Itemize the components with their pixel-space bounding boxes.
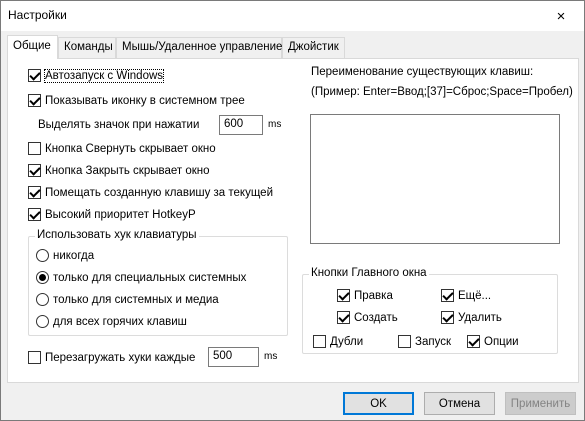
duplicates-label: Дубли <box>330 335 364 348</box>
settings-dialog: Настройки × Общие Команды Мышь/Удаленное… <box>0 0 585 421</box>
reload-hooks-check[interactable] <box>28 351 41 364</box>
create-label: Создать <box>354 311 398 324</box>
highlight-icon-label: Выделять значок при нажатии <box>38 119 200 131</box>
launch-label: Запуск <box>415 335 451 348</box>
more-label: Ещё... <box>458 289 492 302</box>
tab-joystick[interactable]: Джойстик <box>282 37 345 58</box>
autostart-checkbox[interactable]: Автозапуск с Windows <box>28 68 165 83</box>
title-bar: Настройки × <box>1 1 584 31</box>
high-priority-label: Высокий приоритет HotkeyP <box>45 208 196 221</box>
duplicates-check[interactable] <box>313 335 326 348</box>
edit-check[interactable] <box>337 289 350 302</box>
close-icon[interactable]: × <box>538 1 584 31</box>
reload-hooks-checkbox[interactable]: Перезагружать хуки каждые <box>28 351 195 364</box>
tab-general[interactable]: Общие <box>7 35 58 59</box>
highlight-ms-input[interactable]: 600 <box>219 115 263 135</box>
place-after-current-checkbox[interactable]: Помещать созданную клавишу за текущей <box>28 186 273 199</box>
autostart-label: Автозапуск с Windows <box>43 68 165 83</box>
hook-special-radio-dot[interactable] <box>36 271 49 284</box>
main-window-buttons-title: Кнопки Главного окна <box>309 267 429 279</box>
show-tray-icon-check[interactable] <box>28 94 41 107</box>
autostart-check[interactable] <box>28 69 41 82</box>
hook-never-radio[interactable]: никогда <box>36 249 94 262</box>
ok-button[interactable]: OK <box>343 392 414 415</box>
keyboard-hook-title: Использовать хук клавиатуры <box>35 229 199 241</box>
show-tray-icon-label: Показывать иконку в системном трее <box>45 94 245 107</box>
launch-check[interactable] <box>398 335 411 348</box>
hook-never-label: никогда <box>53 249 95 262</box>
cancel-button[interactable]: Отмена <box>424 392 495 415</box>
high-priority-checkbox[interactable]: Высокий приоритет HotkeyP <box>28 208 196 221</box>
delete-check[interactable] <box>441 311 454 324</box>
more-button-checkbox[interactable]: Ещё... <box>441 289 491 302</box>
hook-system-media-radio[interactable]: только для системных и медиа <box>36 293 219 306</box>
minimize-hides-checkbox[interactable]: Кнопка Свернуть скрывает окно <box>28 142 216 155</box>
delete-label: Удалить <box>458 311 502 324</box>
launch-button-checkbox[interactable]: Запуск <box>398 335 451 348</box>
create-check[interactable] <box>337 311 350 324</box>
hook-all-radio[interactable]: для всех горячих клавиш <box>36 315 187 328</box>
hook-special-radio[interactable]: только для специальных системных <box>36 271 246 284</box>
hook-never-radio-dot[interactable] <box>36 249 49 262</box>
main-window-buttons-group: Кнопки Главного окна Правка Ещё... Созда… <box>302 267 558 354</box>
keyboard-hook-group: Использовать хук клавиатуры никогда толь… <box>28 229 288 336</box>
edit-label: Правка <box>354 289 393 302</box>
apply-button[interactable]: Применить <box>505 392 576 415</box>
hook-system-media-label: только для системных и медиа <box>53 293 219 306</box>
create-button-checkbox[interactable]: Создать <box>337 311 398 324</box>
place-after-current-label: Помещать созданную клавишу за текущей <box>45 186 273 199</box>
reload-hooks-unit: ms <box>264 351 278 362</box>
minimize-hides-check[interactable] <box>28 142 41 155</box>
options-button-checkbox[interactable]: Опции <box>467 335 519 348</box>
close-hides-check[interactable] <box>28 164 41 177</box>
minimize-hides-label: Кнопка Свернуть скрывает окно <box>45 142 216 155</box>
rename-textarea[interactable] <box>310 114 560 244</box>
tab-commands[interactable]: Команды <box>58 37 116 58</box>
general-panel: Автозапуск с Windows Показывать иконку в… <box>7 58 579 383</box>
rename-example: (Пример: Enter=Ввод;[37]=Сброс;Space=Про… <box>311 86 573 98</box>
show-tray-icon-checkbox[interactable]: Показывать иконку в системном трее <box>28 94 245 107</box>
hook-special-label: только для специальных системных <box>53 271 247 284</box>
close-hides-label: Кнопка Закрыть скрывает окно <box>45 164 210 177</box>
hook-all-label: для всех горячих клавиш <box>53 315 187 328</box>
options-check[interactable] <box>467 335 480 348</box>
delete-button-checkbox[interactable]: Удалить <box>441 311 502 324</box>
more-check[interactable] <box>441 289 454 302</box>
highlight-ms-unit: ms <box>268 119 282 130</box>
tab-mouse-remote[interactable]: Мышь/Удаленное управление <box>116 37 282 58</box>
hook-system-media-radio-dot[interactable] <box>36 293 49 306</box>
window-title: Настройки <box>8 8 67 22</box>
rename-title: Переименование существующих клавиш: <box>311 66 534 78</box>
hook-all-radio-dot[interactable] <box>36 315 49 328</box>
place-after-current-check[interactable] <box>28 186 41 199</box>
high-priority-check[interactable] <box>28 208 41 221</box>
reload-hooks-input[interactable]: 500 <box>208 347 259 367</box>
close-hides-checkbox[interactable]: Кнопка Закрыть скрывает окно <box>28 164 210 177</box>
duplicates-button-checkbox[interactable]: Дубли <box>313 335 363 348</box>
reload-hooks-label: Перезагружать хуки каждые <box>45 351 196 364</box>
options-label: Опции <box>484 335 519 348</box>
edit-button-checkbox[interactable]: Правка <box>337 289 393 302</box>
